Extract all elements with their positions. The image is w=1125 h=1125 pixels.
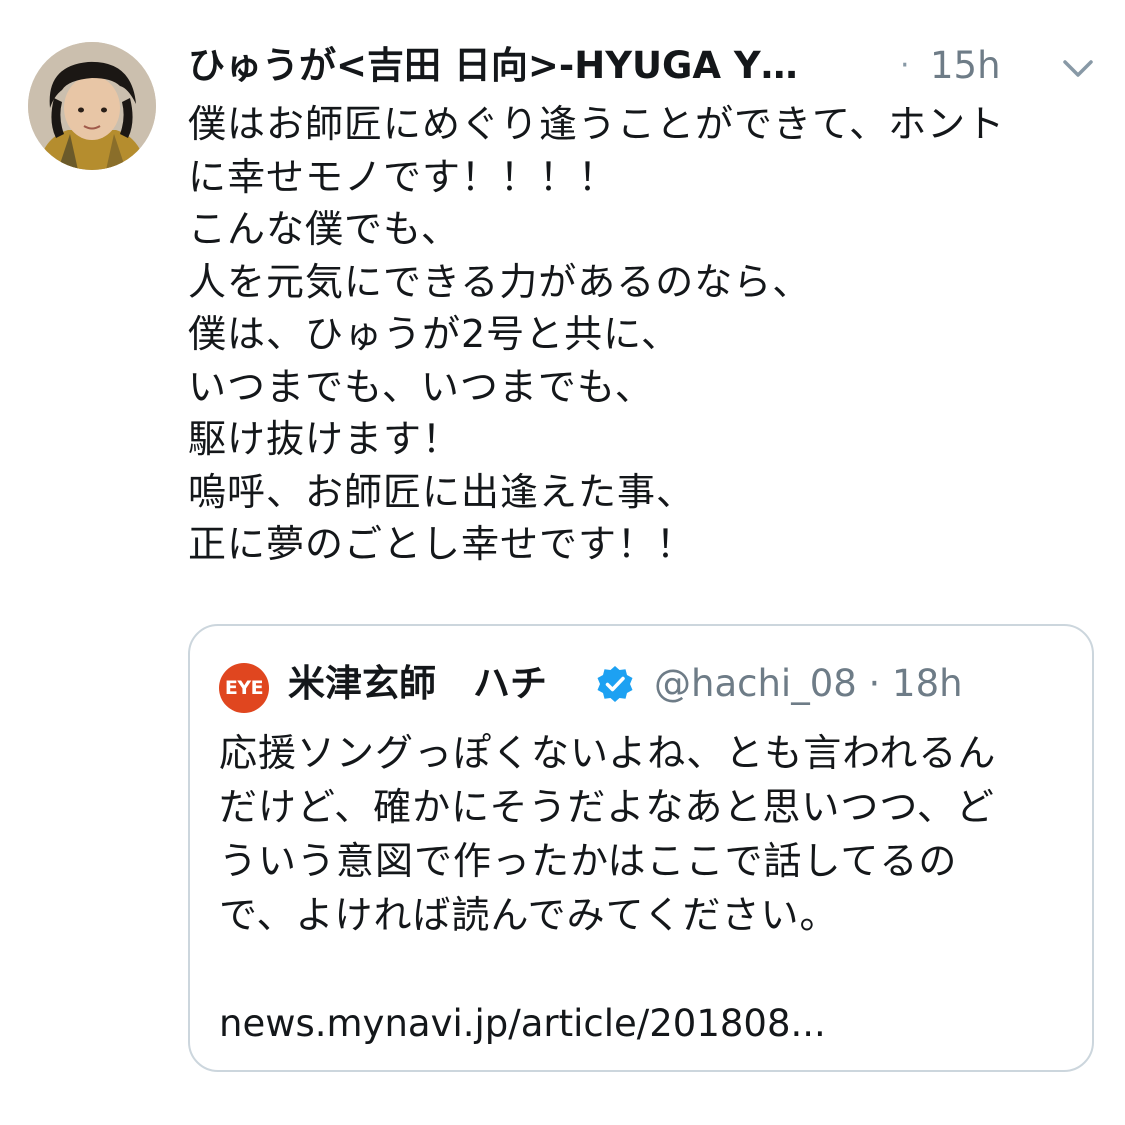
tweet[interactable]: ひゅうが<吉田 日向>-HYUGA Y… · 15h 僕はお師匠にめぐり逢うこと…	[0, 0, 1125, 1125]
tweet-text: 僕はお師匠にめぐり逢うことができて、ホント に幸せモノです！！！！ こんな僕でも…	[188, 98, 1088, 571]
tweet-text-line: いつまでも、いつまでも、	[188, 364, 654, 409]
tweet-text-line: 正に夢のごとし幸せです！！	[188, 522, 696, 566]
quoted-handle-time: @hachi_08 · 18h	[654, 662, 963, 705]
separator-dot: ·	[900, 48, 910, 83]
quoted-link[interactable]: news.mynavi.jp/article/201808...	[219, 998, 826, 1050]
quoted-avatar-logo[interactable]: EYE	[219, 663, 269, 713]
tweet-text-line: 僕はお師匠にめぐり逢うことができて、ホント	[188, 102, 1006, 146]
quoted-text-line: だけど、確かにそうだよなあと思いつつ、ど	[219, 785, 995, 829]
quoted-text-line: ういう意図で作ったかはここで話してるの	[219, 839, 958, 883]
avatar-image	[28, 42, 156, 170]
quoted-tweet[interactable]: EYE 米津玄師 ハチ @hachi_08 · 18h 応援ソングっぽくないよね…	[188, 624, 1094, 1072]
quoted-text-line: で、よければ読んでみてください。	[219, 893, 839, 937]
tweet-text-line: 人を元気にできる力があるのなら、	[188, 259, 812, 304]
avatar[interactable]	[28, 42, 156, 170]
quoted-text: 応援ソングっぽくないよね、とも言われるん だけど、確かにそうだよなあと思いつつ、…	[219, 726, 1079, 942]
tweet-text-line: 僕は、ひゅうが2号と共に、	[188, 312, 681, 356]
quoted-display-name[interactable]: 米津玄師 ハチ	[288, 656, 547, 712]
tweet-text-line: に幸せモノです！！！！	[188, 154, 618, 199]
chevron-down-icon[interactable]	[1058, 48, 1098, 88]
quoted-text-line: 応援ソングっぽくないよね、とも言われるん	[219, 731, 997, 775]
timestamp[interactable]: 15h	[930, 38, 1001, 94]
tweet-text-line: 嗚呼、お師匠に出逢えた事、	[188, 469, 696, 514]
tweet-text-line: 駆け抜けます！	[188, 417, 462, 461]
tweet-text-line: こんな僕でも、	[188, 207, 460, 251]
verified-badge-icon	[595, 664, 635, 704]
display-name[interactable]: ひゅうが<吉田 日向>-HYUGA Y…	[188, 38, 878, 94]
tweet-header: ひゅうが<吉田 日向>-HYUGA Y… · 15h	[188, 38, 1125, 98]
